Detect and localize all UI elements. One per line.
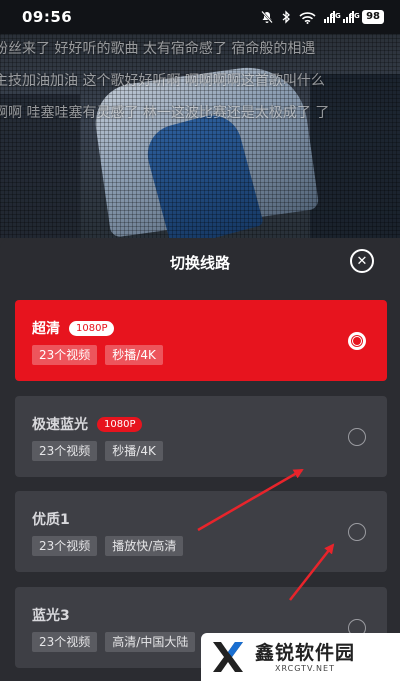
switch-line-sheet: 切换线路 ✕ 超清 1080P 23个视频 秒播/4K 极速蓝光 1080P 2… (0, 238, 400, 681)
sheet-title: 切换线路 (169, 254, 230, 272)
line-name: 极速蓝光 (32, 417, 88, 433)
video-player[interactable]: 粉丝来了 好好听的歌曲 太有宿命感了 宿命般的相遇 主技加油加油 这个歌好好听啊… (0, 34, 400, 238)
xr-logo-icon (213, 642, 243, 672)
status-bar: 09:56 5G 5G 98 (0, 0, 400, 34)
line-option-youzhi1[interactable]: 优质1 23个视频 播放快/高清 (15, 491, 387, 572)
video-count-tag: 23个视频 (32, 441, 98, 461)
video-count-tag: 23个视频 (32, 632, 98, 652)
video-count-tag: 23个视频 (32, 536, 98, 556)
signal-icon: 5G (324, 11, 341, 23)
line-name: 超清 (32, 321, 60, 337)
feature-tag: 高清/中国大陆 (105, 632, 196, 652)
signal-icon: 5G (343, 11, 360, 23)
watermark-name: 鑫锐软件园 (255, 641, 356, 664)
line-option-jisu-languang[interactable]: 极速蓝光 1080P 23个视频 秒播/4K (15, 396, 387, 477)
mute-icon (261, 10, 273, 24)
wifi-icon (299, 11, 316, 24)
status-icons: 5G 5G 98 (260, 10, 384, 24)
line-option-chaoqing[interactable]: 超清 1080P 23个视频 秒播/4K (15, 300, 387, 381)
radio-unselected-icon[interactable] (348, 428, 366, 446)
watermark: 鑫锐软件园 XRCGTV.NET (201, 633, 400, 681)
close-button[interactable]: ✕ (350, 249, 374, 273)
danmaku-line: 粉丝来了 好好听的歌曲 太有宿命感了 宿命般的相遇 (0, 41, 316, 57)
line-name: 优质1 (32, 512, 70, 528)
quality-badge: 1080P (69, 320, 115, 336)
feature-tag: 秒播/4K (105, 345, 163, 365)
feature-tag: 播放快/高清 (105, 536, 184, 556)
watermark-url: XRCGTV.NET (275, 663, 335, 673)
video-count-tag: 23个视频 (32, 345, 98, 365)
line-name: 蓝光3 (32, 608, 70, 624)
danmaku-line: 主技加油加油 这个歌好好听啊 啊啊啊啊这首歌叫什么 (0, 73, 325, 89)
video-grid-overlay (0, 34, 400, 238)
status-time: 09:56 (22, 8, 73, 26)
quality-badge: 1080P (97, 416, 143, 432)
radio-unselected-icon[interactable] (348, 523, 366, 541)
danmaku-line: 啊啊 哇塞哇塞有灵感了 林一这波比赛还是太极成了 了 (0, 105, 330, 121)
bluetooth-icon (282, 10, 291, 24)
feature-tag: 秒播/4K (105, 441, 163, 461)
close-icon: ✕ (356, 253, 368, 269)
radio-selected-icon[interactable] (348, 332, 366, 350)
